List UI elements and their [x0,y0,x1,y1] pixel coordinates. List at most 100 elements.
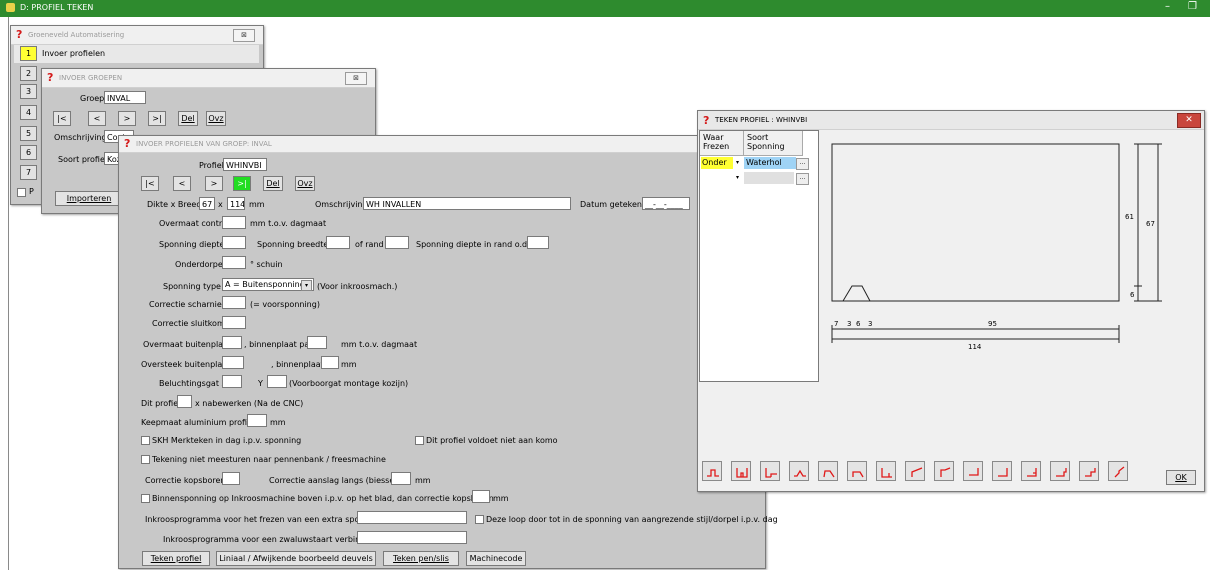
datum-input[interactable]: __-__-____ [642,197,690,210]
binnensponning-input[interactable] [472,490,490,503]
tool-profile-1-button[interactable] [702,461,722,481]
machinecode-button[interactable]: Machinecode [466,551,526,566]
groep-input[interactable]: INVAL [104,91,146,104]
teken-pen-slis-button[interactable]: Teken pen/slis [383,551,459,566]
maximize-button[interactable]: ❐ [1188,1,1197,12]
deze-loop-checkbox[interactable] [475,515,484,524]
correctie-aanslag-input[interactable] [391,472,411,485]
oversteek-buitenplaat-input[interactable] [222,356,244,369]
tool-profile-2-button[interactable] [731,461,751,481]
of-rand-input[interactable] [385,236,409,249]
inkroos-zwaluw-input[interactable] [357,531,467,544]
liniaal-button[interactable]: Liniaal / Afwijkende boorbeeld deuvels [216,551,376,566]
tool-profile-9-button[interactable] [934,461,954,481]
nav-first-button[interactable]: |< [53,111,71,126]
nav-prev-button[interactable]: < [88,111,106,126]
tool-profile-13-button[interactable] [1050,461,1070,481]
chevron-down-icon[interactable]: ▾ [733,158,742,168]
breedte-input[interactable]: 114 [227,197,245,210]
inkroos-extra-input[interactable] [357,511,467,524]
minimize-button[interactable]: – [1165,1,1170,12]
overmaat-buitenplaat-input[interactable] [222,336,242,349]
tool-profile-4-button[interactable] [789,461,809,481]
beluchtingsgat-y-input[interactable] [267,375,287,388]
keepmaat-input[interactable] [247,414,267,427]
menu-item-4[interactable]: 4 [20,105,37,120]
menu-item-6[interactable]: 6 [20,145,37,160]
close-button[interactable]: ✕ [1177,113,1201,128]
nav-last-button[interactable]: >| [233,176,251,191]
datum-label: Datum getekend [580,200,648,209]
tool-profile-15-button[interactable] [1108,461,1128,481]
sponning-diepte-input[interactable] [222,236,246,249]
tool-profile-6-button[interactable] [847,461,867,481]
tool-profile-12-button[interactable] [1021,461,1041,481]
menu-item-3[interactable]: 3 [20,84,37,99]
menu-checkbox[interactable] [17,188,26,197]
correctie-kopsboren-input[interactable] [222,472,240,485]
overview-button[interactable]: Ovz [295,176,315,191]
waar-cell[interactable] [701,172,732,184]
chevron-down-icon[interactable]: ▾ [733,173,742,183]
tool-profile-8-button[interactable] [905,461,925,481]
importeren-button[interactable]: Importeren [55,191,123,206]
menu-item-5[interactable]: 5 [20,126,37,141]
sponning-type-select[interactable]: A = Buitensponning ▾ [222,278,314,291]
ellipsis-button[interactable]: ... [796,158,809,170]
sponning-diepte-rand-input[interactable] [527,236,549,249]
onderdorpel-input[interactable] [222,256,246,269]
delete-button[interactable]: Del [263,176,283,191]
omschrijving-input[interactable]: WH INVALLEN [363,197,571,210]
overview-button[interactable]: Ovz [206,111,226,126]
chevron-down-icon[interactable]: ▾ [301,280,312,291]
tekening-checkbox[interactable] [141,455,150,464]
teken-profiel-button[interactable]: Teken profiel [142,551,210,566]
nav-prev-button[interactable]: < [173,176,191,191]
profile-15-shape [1114,466,1125,478]
tool-profile-11-button[interactable] [992,461,1012,481]
app-title: D: PROFIEL TEKEN [20,3,94,12]
tool-profile-7-button[interactable] [876,461,896,481]
nav-next-button[interactable]: > [205,176,223,191]
tool-profile-10-button[interactable] [963,461,983,481]
sponning-breedte-input[interactable] [326,236,350,249]
soort-cell[interactable]: Waterhol [744,157,796,169]
menu-item-2[interactable]: 2 [20,66,37,81]
beluchtingsgat-x-input[interactable] [222,375,242,388]
nav-next-button[interactable]: > [118,111,136,126]
dim-6b: 6 [856,320,861,328]
dit-profiel-input[interactable] [177,395,192,408]
table-row[interactable]: Onder ▾ Waterhol ... [700,156,817,170]
close-button[interactable]: ⊠ [345,72,367,85]
groep-label: Groep [80,94,105,103]
waar-cell[interactable]: Onder [701,157,733,169]
table-row[interactable]: ▾ ... [700,171,817,185]
tool-profile-3-button[interactable] [760,461,780,481]
profiel-input[interactable]: WHINVBI [223,158,267,171]
dikte-input[interactable]: 67 [199,197,215,210]
skh-checkbox[interactable] [141,436,150,445]
menu-item-1-num[interactable]: 1 [20,46,37,61]
menu-item-1[interactable]: 1 Invoer profielen [14,45,259,63]
profile-9-shape [940,467,951,477]
correctie-scharnier-input[interactable] [222,296,246,309]
soort-cell[interactable] [744,172,794,184]
binnenplaat-paneel-input[interactable] [307,336,327,349]
delete-button[interactable]: Del [178,111,198,126]
ellipsis-button[interactable]: ... [796,173,809,185]
menu-item-7[interactable]: 7 [20,165,37,180]
close-button[interactable]: ⊠ [233,29,255,42]
nav-last-button[interactable]: >| [148,111,166,126]
tool-profile-5-button[interactable] [818,461,838,481]
voorsponning-label: (= voorsponning) [250,300,320,309]
ok-button[interactable]: OK [1166,470,1196,485]
correctie-sluitkom-input[interactable] [222,316,246,329]
binnenplaat-input[interactable] [321,356,339,369]
profile-5-shape [823,470,835,478]
profile-12-shape [1027,468,1037,477]
nav-first-button[interactable]: |< [141,176,159,191]
binnensponning-checkbox[interactable] [141,494,150,503]
tool-profile-14-button[interactable] [1079,461,1099,481]
komo-checkbox[interactable] [415,436,424,445]
overmaat-contra-input[interactable] [222,216,246,229]
